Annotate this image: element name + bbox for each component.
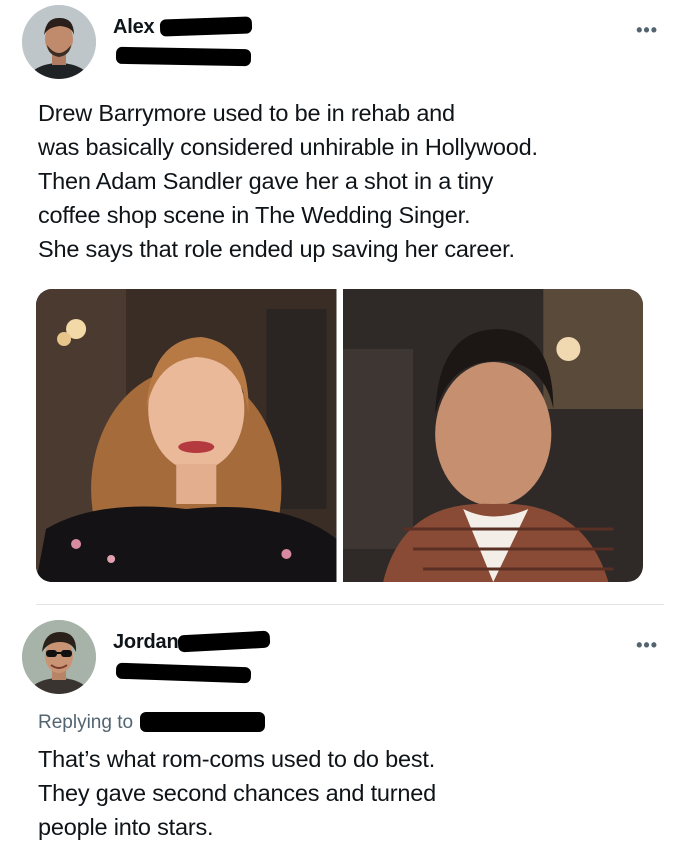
- photo-man[interactable]: [342, 289, 643, 582]
- post-text-line: coffee shop scene in The Wedding Singer.: [38, 202, 471, 228]
- post-text-line: Drew Barrymore used to be in rehab and: [38, 100, 455, 126]
- avatar[interactable]: [22, 620, 96, 694]
- post-text-line: She says that role ended up saving her c…: [38, 236, 515, 262]
- replying-to: Replying to: [38, 712, 133, 734]
- original-post: Alex ••• Drew Barrymore used to be in re…: [0, 0, 680, 600]
- redacted-name: [159, 16, 253, 37]
- display-name[interactable]: Alex: [113, 16, 155, 39]
- reply-text-line: That’s what rom-coms used to do best.: [38, 746, 436, 772]
- post-text: Drew Barrymore used to be in rehab and w…: [38, 96, 638, 266]
- redacted-handle: [115, 46, 252, 67]
- reply-text-line: They gave second chances and turned: [38, 780, 436, 806]
- photo-woman[interactable]: [36, 289, 337, 582]
- post-text-line: was basically considered unhirable in Ho…: [38, 134, 538, 160]
- redacted-name: [177, 630, 271, 653]
- more-options-button[interactable]: •••: [636, 636, 658, 654]
- redacted-handle: [115, 662, 252, 684]
- reply-text-line: people into stars.: [38, 814, 214, 840]
- display-name[interactable]: Jordan: [113, 631, 179, 654]
- redacted-mention[interactable]: [140, 712, 265, 732]
- avatar[interactable]: [22, 5, 96, 79]
- avatar-photo: [22, 620, 96, 694]
- reply-text: That’s what rom-coms used to do best. Th…: [38, 742, 638, 844]
- avatar-photo: [22, 5, 96, 79]
- post-text-line: Then Adam Sandler gave her a shot in a t…: [38, 168, 494, 194]
- post-media[interactable]: [36, 289, 643, 582]
- replying-to-label: Replying to: [38, 712, 134, 733]
- more-options-button[interactable]: •••: [636, 21, 658, 39]
